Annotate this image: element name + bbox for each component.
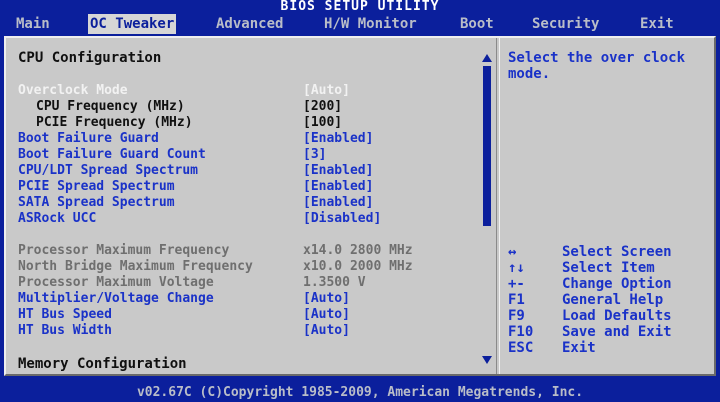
setting-value[interactable]: [Enabled] [303,131,373,147]
legend-desc: Select Screen [562,244,672,260]
scroll-up-arrow-icon[interactable] [482,54,492,62]
tab-security[interactable]: Security [532,14,599,34]
info-label: Processor Maximum Voltage [18,275,214,290]
setting-label: CPU/LDT Spread Spectrum [18,163,199,178]
scroll-down-arrow-icon[interactable] [482,356,492,364]
tab-advanced[interactable]: Advanced [216,14,283,34]
setting-value[interactable]: [Auto] [303,323,350,339]
tab-main[interactable]: Main [16,14,50,34]
scrollbar-thumb[interactable] [483,66,491,226]
left-right-arrows-icon: ↔ [508,244,517,260]
setting-label: ASRock UCC [18,211,97,226]
copyright-footer: v02.67C (C)Copyright 1985-2009, American… [136,385,584,400]
legend-desc: Select Item [562,260,655,276]
legend-key: F10 [508,324,534,340]
setting-label: Overclock Mode [18,83,128,98]
setting-value[interactable]: [Disabled] [303,211,381,227]
setting-label: Multiplier/Voltage Change [18,291,214,306]
setting-label: Boot Failure Guard Count [18,147,206,162]
setting-value[interactable]: [Enabled] [303,163,373,179]
memory-configuration-item[interactable]: Memory Configuration [18,356,187,372]
setting-label: PCIE Frequency (MHz) [36,115,193,130]
info-value: x14.0 2800 MHz [303,243,413,258]
tab-oc-tweaker[interactable]: OC Tweaker [88,14,177,34]
setting-value[interactable]: [Auto] [303,291,350,307]
info-value: 1.3500 V [303,275,366,290]
legend-desc: Save and Exit [562,324,672,340]
setting-value[interactable]: [Auto] [303,83,350,99]
setting-value[interactable]: [Enabled] [303,195,373,211]
tab-hw-monitor[interactable]: H/W Monitor [324,14,417,34]
legend-key: +- [508,276,525,292]
legend-key: ESC [508,340,534,356]
setting-value[interactable]: [3] [303,147,326,163]
section-title: CPU Configuration [18,50,162,66]
setting-value[interactable]: [100] [303,115,342,131]
info-label: North Bridge Maximum Frequency [18,259,253,274]
tab-exit[interactable]: Exit [640,14,674,34]
menu-bar: Main OC Tweaker Advanced H/W Monitor Boo… [0,14,720,34]
legend-desc: Exit [562,340,596,356]
setting-label: CPU Frequency (MHz) [36,99,185,114]
scrollbar[interactable] [482,54,492,364]
up-down-arrows-icon: ↑↓ [508,260,525,276]
legend-desc: Load Defaults [562,308,672,324]
setting-label: HT Bus Width [18,323,112,338]
legend-key: F1 [508,292,525,308]
setting-value[interactable]: [200] [303,99,342,115]
setting-value[interactable]: [Enabled] [303,179,373,195]
help-text: Select the over clock mode. [508,50,686,82]
settings-panel: CPU Configuration Overclock Mode [Auto] … [4,36,716,376]
legend-key: F9 [508,308,525,324]
info-label: Processor Maximum Frequency [18,243,230,258]
bios-title: BIOS SETUP UTILITY [280,0,440,14]
legend-desc: General Help [562,292,664,308]
setting-label: PCIE Spread Spectrum [18,179,175,194]
panel-divider [496,38,500,374]
setting-label: HT Bus Speed [18,307,112,322]
setting-label: Boot Failure Guard [18,131,159,146]
setting-label: SATA Spread Spectrum [18,195,175,210]
tab-boot[interactable]: Boot [460,14,494,34]
legend-desc: Change Option [562,276,672,292]
info-value: x10.0 2000 MHz [303,259,413,274]
setting-value[interactable]: [Auto] [303,307,350,323]
